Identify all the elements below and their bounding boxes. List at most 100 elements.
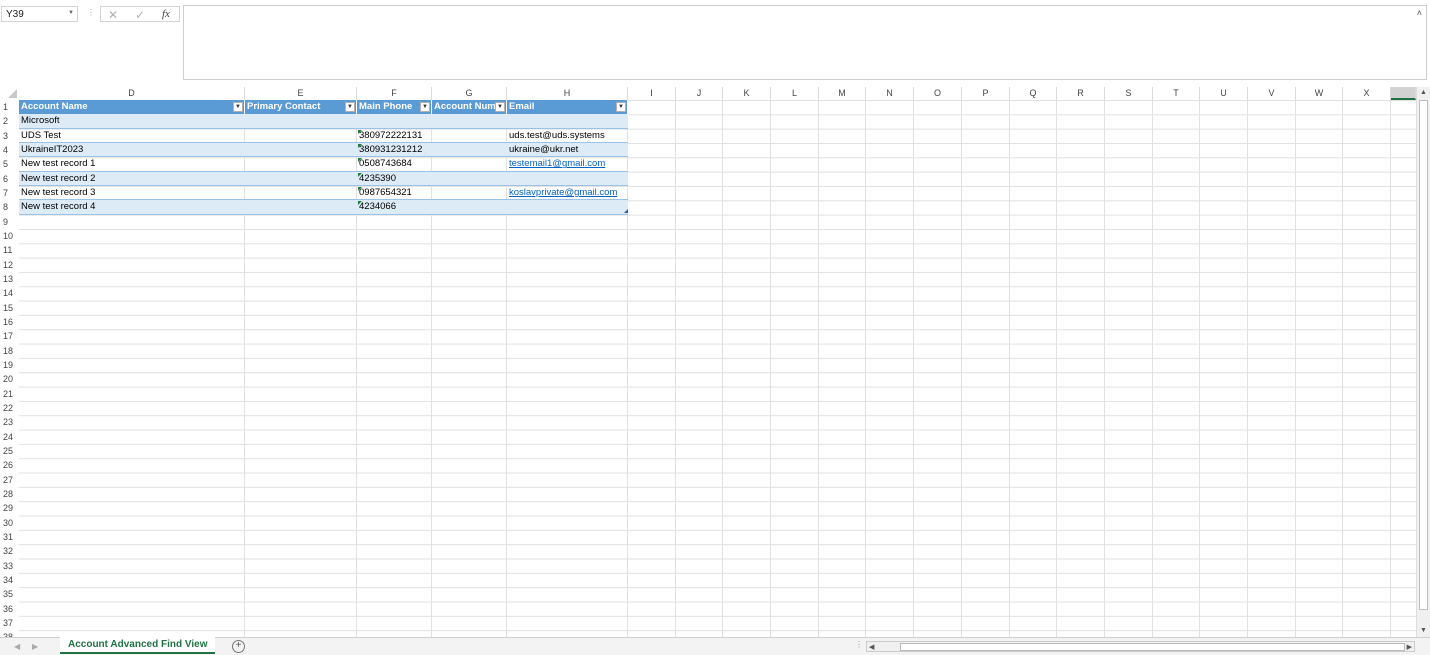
table-header-email[interactable]: Email bbox=[507, 100, 628, 114]
cell-name[interactable]: New test record 1 bbox=[19, 157, 95, 171]
table-header-contact[interactable]: Primary Contact bbox=[245, 100, 357, 114]
add-sheet-icon[interactable]: + bbox=[232, 640, 245, 653]
cell-email[interactable] bbox=[507, 200, 509, 214]
row-header[interactable]: 32 bbox=[0, 544, 19, 558]
horizontal-scrollbar[interactable]: ◀ ▶ bbox=[866, 641, 1415, 652]
cell-num[interactable] bbox=[432, 143, 434, 157]
column-header-u[interactable]: U bbox=[1200, 87, 1248, 100]
column-header-x[interactable]: X bbox=[1343, 87, 1391, 100]
cell-contact[interactable] bbox=[245, 157, 247, 171]
row-header[interactable]: 2 bbox=[0, 114, 19, 128]
column-header-y[interactable] bbox=[1391, 87, 1416, 100]
row-header[interactable]: 12 bbox=[0, 258, 19, 272]
row-header[interactable]: 33 bbox=[0, 559, 19, 573]
filter-dropdown-icon[interactable]: ▼ bbox=[233, 102, 243, 112]
row-header[interactable]: 25 bbox=[0, 444, 19, 458]
enter-icon[interactable]: ✓ bbox=[135, 8, 145, 22]
cell-contact[interactable] bbox=[245, 129, 247, 143]
cell-name[interactable]: Microsoft bbox=[19, 114, 60, 128]
resize-handle-icon[interactable]: ⋮ bbox=[855, 640, 863, 649]
resize-handle-icon[interactable]: ⋮ bbox=[87, 8, 95, 17]
row-header[interactable]: 23 bbox=[0, 415, 19, 429]
cell-email[interactable]: uds.test@uds.systems bbox=[507, 129, 605, 143]
cell-name[interactable]: New test record 2 bbox=[19, 172, 95, 186]
row-header[interactable]: 7 bbox=[0, 186, 19, 200]
filter-dropdown-icon[interactable]: ▼ bbox=[345, 102, 355, 112]
cell-email[interactable] bbox=[507, 114, 509, 128]
filter-dropdown-icon[interactable]: ▼ bbox=[420, 102, 430, 112]
cell-num[interactable] bbox=[432, 114, 434, 128]
cell-phone[interactable]: 380931231212 bbox=[357, 143, 422, 157]
row-header[interactable]: 15 bbox=[0, 301, 19, 315]
column-header-o[interactable]: O bbox=[914, 87, 962, 100]
cell-num[interactable] bbox=[432, 186, 434, 200]
cell-num[interactable] bbox=[432, 157, 434, 171]
cell-num[interactable] bbox=[432, 172, 434, 186]
row-header[interactable]: 37 bbox=[0, 616, 19, 630]
row-header[interactable]: 4 bbox=[0, 143, 19, 157]
row-header[interactable]: 10 bbox=[0, 229, 19, 243]
row-header[interactable]: 24 bbox=[0, 430, 19, 444]
row-header[interactable]: 28 bbox=[0, 487, 19, 501]
sheet-tab-account-advanced-find-view[interactable]: Account Advanced Find View bbox=[60, 636, 216, 654]
column-header-m[interactable]: M bbox=[819, 87, 866, 100]
cell-name[interactable]: UDS Test bbox=[19, 129, 61, 143]
insert-function-icon[interactable]: fx bbox=[162, 8, 170, 20]
row-header[interactable]: 34 bbox=[0, 573, 19, 587]
table-row[interactable] bbox=[19, 200, 628, 215]
cell-name[interactable]: UkraineIT2023 bbox=[19, 143, 83, 157]
row-header[interactable]: 5 bbox=[0, 157, 19, 171]
row-header[interactable]: 30 bbox=[0, 516, 19, 530]
column-header-g[interactable]: G bbox=[432, 87, 507, 100]
cell-contact[interactable] bbox=[245, 114, 247, 128]
number-as-text-indicator-icon[interactable] bbox=[358, 129, 362, 134]
cell-phone[interactable]: 4235390 bbox=[357, 172, 396, 186]
column-header-l[interactable]: L bbox=[771, 87, 819, 100]
vertical-scrollbar[interactable]: ▲ ▼ bbox=[1416, 87, 1430, 638]
cell-email[interactable]: koslavprivate@gmail.com bbox=[507, 186, 617, 200]
scroll-up-icon[interactable]: ▲ bbox=[1420, 89, 1427, 96]
cancel-icon[interactable]: ✕ bbox=[108, 8, 118, 22]
column-header-k[interactable]: K bbox=[723, 87, 771, 100]
row-header[interactable]: 9 bbox=[0, 215, 19, 229]
row-header[interactable]: 17 bbox=[0, 329, 19, 343]
row-header[interactable]: 20 bbox=[0, 372, 19, 386]
row-header[interactable]: 22 bbox=[0, 401, 19, 415]
column-header-i[interactable]: I bbox=[628, 87, 676, 100]
cell-contact[interactable] bbox=[245, 200, 247, 214]
cell-contact[interactable] bbox=[245, 186, 247, 200]
row-header[interactable]: 13 bbox=[0, 272, 19, 286]
cell-contact[interactable] bbox=[245, 172, 247, 186]
name-box[interactable]: Y39 ▼ bbox=[1, 6, 78, 22]
table-row[interactable] bbox=[19, 171, 628, 186]
row-header[interactable]: 35 bbox=[0, 587, 19, 601]
column-header-e[interactable]: E bbox=[245, 87, 357, 100]
column-header-w[interactable]: W bbox=[1296, 87, 1343, 100]
filter-dropdown-icon[interactable]: ▼ bbox=[495, 102, 505, 112]
cell-phone[interactable]: 0508743684 bbox=[357, 157, 412, 171]
cell-name[interactable]: New test record 4 bbox=[19, 200, 95, 214]
table-resize-handle-icon[interactable] bbox=[624, 209, 628, 214]
cell-phone[interactable]: 380972222131 bbox=[357, 129, 422, 143]
column-header-j[interactable]: J bbox=[676, 87, 723, 100]
column-header-f[interactable]: F bbox=[357, 87, 432, 100]
row-header[interactable]: 1 bbox=[0, 100, 19, 114]
row-header[interactable]: 29 bbox=[0, 501, 19, 515]
prev-sheet-icon[interactable]: ◀ bbox=[14, 642, 20, 651]
column-header-p[interactable]: P bbox=[962, 87, 1010, 100]
column-header-s[interactable]: S bbox=[1105, 87, 1153, 100]
number-as-text-indicator-icon[interactable] bbox=[358, 158, 362, 163]
table-row[interactable] bbox=[19, 114, 628, 129]
number-as-text-indicator-icon[interactable] bbox=[358, 172, 362, 177]
table-header-name[interactable]: Account Name bbox=[19, 100, 245, 114]
cell-email[interactable] bbox=[507, 172, 509, 186]
row-header[interactable]: 3 bbox=[0, 129, 19, 143]
scroll-down-icon[interactable]: ▼ bbox=[1420, 627, 1427, 634]
row-header[interactable]: 26 bbox=[0, 458, 19, 472]
number-as-text-indicator-icon[interactable] bbox=[358, 186, 362, 191]
scroll-left-icon[interactable]: ◀ bbox=[869, 643, 874, 651]
column-header-n[interactable]: N bbox=[866, 87, 914, 100]
row-header[interactable]: 36 bbox=[0, 602, 19, 616]
cell-num[interactable] bbox=[432, 129, 434, 143]
row-header[interactable]: 6 bbox=[0, 172, 19, 186]
